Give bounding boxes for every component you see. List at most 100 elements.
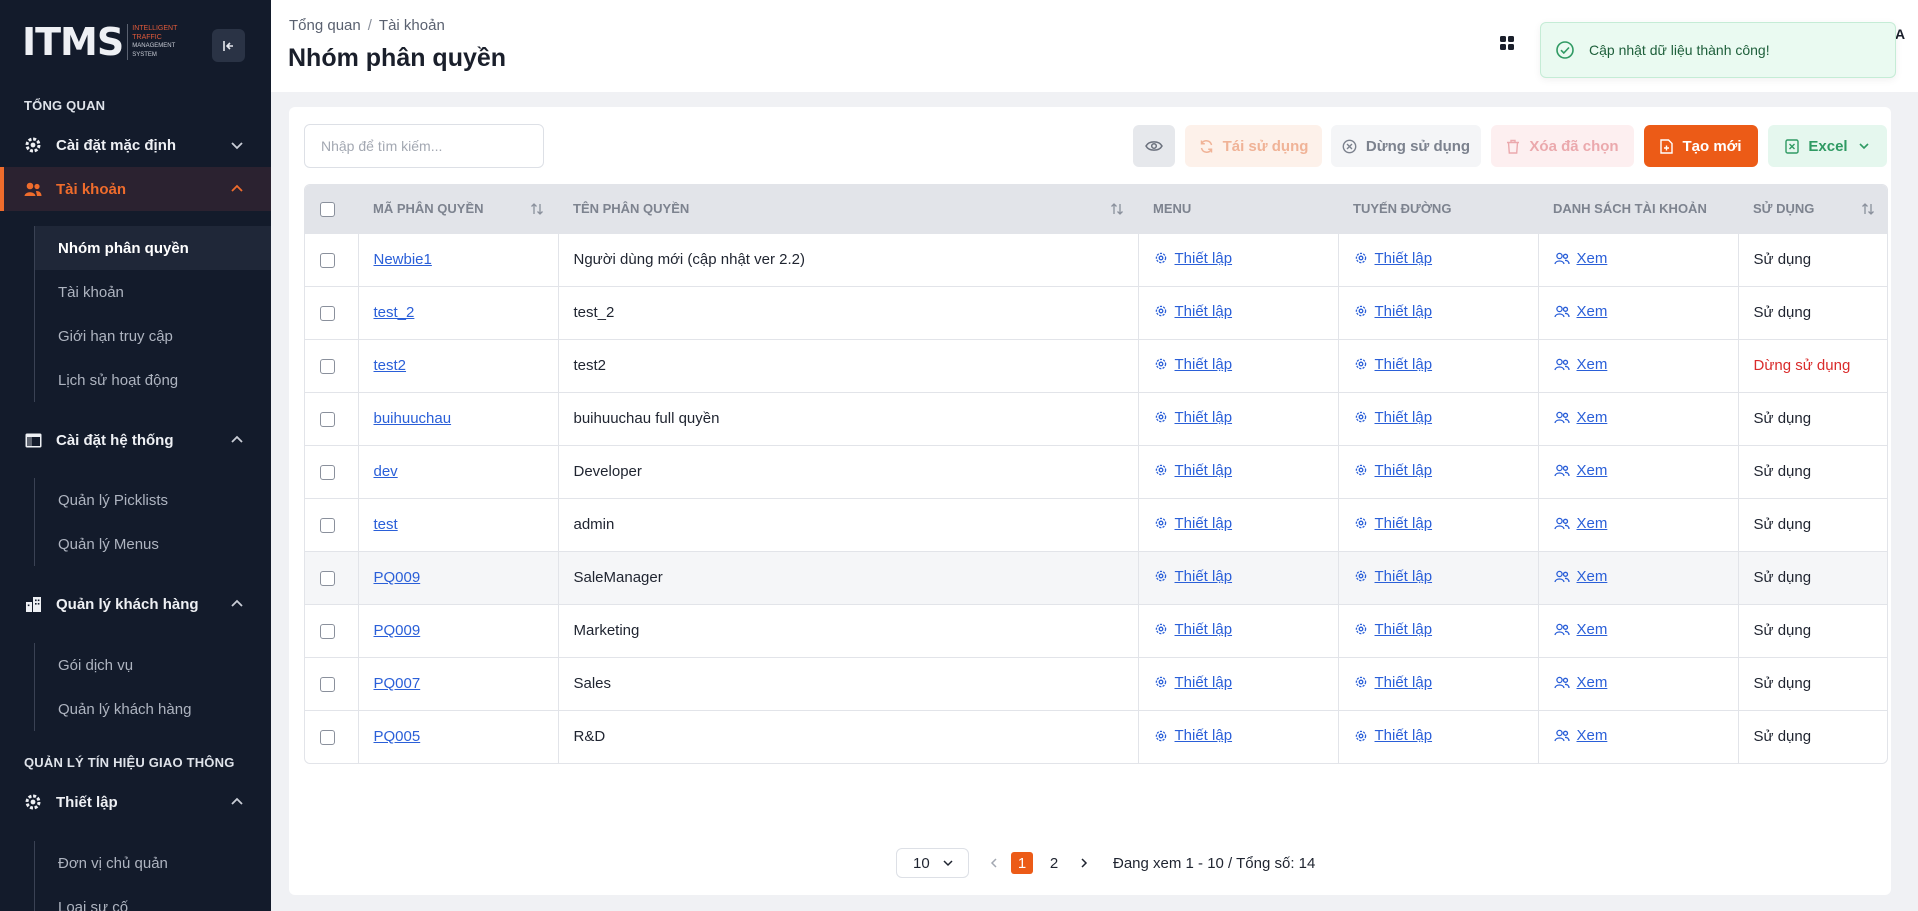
row-checkbox[interactable] (320, 305, 335, 321)
name-cell: SaleManager (557, 550, 1138, 604)
search-input[interactable] (304, 124, 544, 168)
row-checkbox[interactable] (320, 464, 335, 480)
view-accounts-label: Xem (1576, 515, 1608, 532)
sort-icon[interactable] (530, 202, 544, 216)
sort-icon[interactable] (1110, 202, 1124, 216)
view-accounts-label: Xem (1576, 568, 1608, 585)
menu-setup-link[interactable]: Thiết lập (1154, 515, 1232, 532)
excel-export-button[interactable]: Excel (1768, 125, 1887, 167)
permission-code-link[interactable]: test_2 (374, 304, 415, 321)
permission-code-link[interactable]: test2 (374, 357, 407, 374)
view-accounts-link[interactable]: Xem (1553, 356, 1607, 373)
user-avatar[interactable]: A (1895, 26, 1905, 42)
sidebar-group-system-settings[interactable]: Cài đặt hệ thống (0, 418, 271, 462)
sidebar-item-customer-management[interactable]: Quản lý khách hàng (35, 687, 271, 731)
sidebar-item-owner-unit[interactable]: Đơn vị chủ quản (35, 841, 271, 885)
stop-using-button[interactable]: Dừng sử dụng (1331, 125, 1481, 167)
menu-setup-link[interactable]: Thiết lập (1154, 462, 1232, 479)
sidebar-group-customers[interactable]: Quản lý khách hàng (0, 582, 271, 626)
column-header-status[interactable]: SỬ DỤNG (1738, 185, 1887, 233)
route-setup-link[interactable]: Thiết lập (1354, 462, 1432, 479)
route-setup-label: Thiết lập (1374, 727, 1433, 744)
menu-setup-link[interactable]: Thiết lập (1154, 250, 1232, 267)
view-accounts-link[interactable]: Xem (1553, 727, 1607, 744)
menu-setup-link[interactable]: Thiết lập (1154, 409, 1232, 426)
route-setup-link[interactable]: Thiết lập (1354, 409, 1432, 426)
collapse-sidebar-button[interactable] (212, 29, 245, 62)
code-cell: test (357, 497, 558, 551)
page-size-select[interactable]: 10 (896, 848, 969, 878)
select-all-checkbox[interactable] (320, 201, 335, 217)
reuse-button[interactable]: Tái sử dụng (1185, 125, 1322, 167)
breadcrumb-item-overview[interactable]: Tổng quan (289, 17, 361, 34)
row-checkbox[interactable] (320, 623, 335, 639)
column-header-name[interactable]: TÊN PHÂN QUYỀN (558, 185, 1138, 233)
route-setup-link[interactable]: Thiết lập (1354, 727, 1433, 744)
apps-grid-icon[interactable] (1498, 34, 1516, 52)
table-row: Newbie1 Người dùng mới (cập nhật ver 2.2)… (305, 232, 1887, 286)
route-setup-link[interactable]: Thiết lập (1354, 621, 1432, 638)
row-checkbox[interactable] (320, 411, 335, 427)
view-button[interactable] (1133, 125, 1175, 167)
sidebar-item-accounts[interactable]: Tài khoản (35, 270, 271, 314)
view-accounts-link[interactable]: Xem (1553, 515, 1608, 532)
create-new-button[interactable]: Tạo mới (1644, 125, 1758, 167)
route-setup-label: Thiết lập (1374, 673, 1433, 691)
permission-code-link[interactable]: PQ007 (374, 675, 421, 692)
route-setup-link[interactable]: Thiết lập (1354, 303, 1432, 320)
sidebar-item-access-limits[interactable]: Giới hạn truy cập (35, 314, 271, 358)
route-setup-link[interactable]: Thiết lập (1354, 673, 1433, 691)
route-setup-link[interactable]: Thiết lập (1354, 515, 1432, 532)
permission-code-link[interactable]: PQ009 (374, 622, 421, 639)
route-setup-link[interactable]: Thiết lập (1354, 250, 1432, 267)
sidebar-item-permission-groups[interactable]: Nhóm phân quyền (35, 226, 271, 270)
breadcrumb-item-account[interactable]: Tài khoản (379, 17, 445, 34)
page-2-button[interactable]: 2 (1043, 852, 1065, 874)
sidebar-group-default-settings[interactable]: Cài đặt mặc định (0, 123, 271, 167)
sidebar-item-activity-history[interactable]: Lịch sử hoạt động (35, 358, 271, 402)
permission-code-link[interactable]: PQ005 (374, 728, 421, 745)
permission-code-link[interactable]: buihuuchau (374, 410, 452, 427)
row-checkbox[interactable] (320, 676, 335, 692)
menu-setup-link[interactable]: Thiết lập (1154, 674, 1232, 691)
permission-code-link[interactable]: test (374, 516, 398, 533)
row-select-cell (305, 444, 358, 498)
row-checkbox[interactable] (320, 517, 335, 533)
sidebar-item-incident-types[interactable]: Loại sự cố (35, 885, 271, 911)
route-setup-link[interactable]: Thiết lập (1354, 356, 1432, 373)
row-checkbox[interactable] (320, 358, 335, 374)
sidebar-item-picklists[interactable]: Quản lý Picklists (35, 478, 271, 522)
row-checkbox[interactable] (320, 252, 335, 268)
permission-code-link[interactable]: dev (374, 463, 398, 480)
sidebar-item-service-packages[interactable]: Gói dịch vụ (35, 643, 271, 687)
sidebar-group-setup[interactable]: Thiết lập (0, 780, 271, 824)
view-accounts-link[interactable]: Xem (1553, 568, 1608, 585)
row-checkbox[interactable] (320, 729, 335, 745)
view-accounts-link[interactable]: Xem (1553, 674, 1607, 691)
menu-setup-link[interactable]: Thiết lập (1154, 303, 1232, 320)
permission-code-link[interactable]: Newbie1 (374, 251, 432, 268)
menu-setup-link[interactable]: Thiết lập (1154, 621, 1232, 638)
delete-selected-button[interactable]: Xóa đã chọn (1491, 125, 1634, 167)
menu-cell: Thiết lập (1137, 338, 1338, 392)
menu-setup-link[interactable]: Thiết lập (1154, 727, 1232, 744)
route-setup-link[interactable]: Thiết lập (1354, 568, 1432, 585)
prev-page-icon[interactable] (987, 856, 1001, 870)
view-accounts-link[interactable]: Xem (1553, 462, 1607, 479)
view-accounts-link[interactable]: Xem (1553, 250, 1607, 267)
sort-icon[interactable] (1861, 202, 1875, 216)
menu-setup-link[interactable]: Thiết lập (1154, 568, 1232, 585)
permission-code-link[interactable]: PQ009 (374, 569, 421, 586)
next-page-icon[interactable] (1077, 856, 1091, 870)
sidebar-item-menus[interactable]: Quản lý Menus (35, 522, 271, 566)
row-checkbox[interactable] (320, 570, 335, 586)
menu-setup-link[interactable]: Thiết lập (1154, 356, 1232, 373)
column-header-code[interactable]: MÃ PHÂN QUYỀN (358, 185, 558, 233)
view-accounts-link[interactable]: Xem (1553, 303, 1607, 320)
code-cell: dev (357, 444, 558, 498)
sidebar-group-account[interactable]: Tài khoản (0, 167, 271, 211)
page-1-button[interactable]: 1 (1011, 852, 1033, 874)
view-accounts-link[interactable]: Xem (1553, 621, 1607, 638)
code-cell: buihuuchau (357, 391, 558, 445)
view-accounts-link[interactable]: Xem (1553, 409, 1607, 426)
